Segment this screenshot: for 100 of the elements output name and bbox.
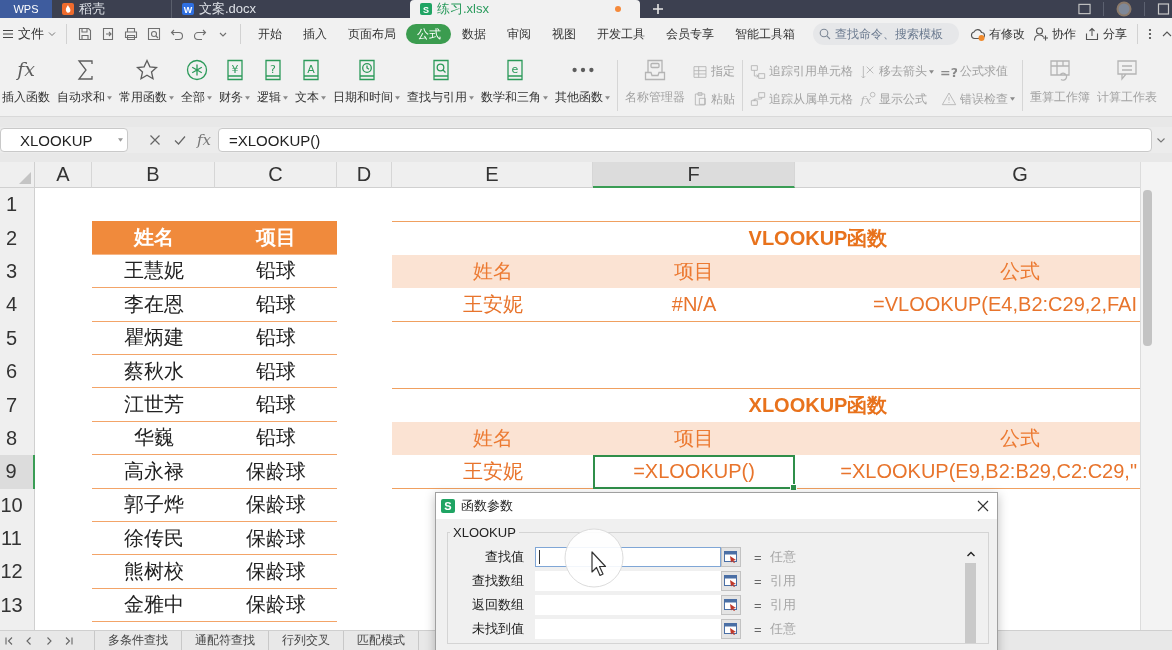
file-menu-button[interactable]: 文件	[0, 22, 60, 46]
argument-type: 引用	[769, 572, 796, 590]
more-icon	[570, 67, 595, 73]
ribbon-button[interactable]: 查找与引用	[405, 58, 476, 106]
menu-tab[interactable]: 会员专享	[655, 24, 724, 44]
avatar-icon[interactable]	[1116, 1, 1132, 17]
warning-icon	[941, 91, 957, 108]
first-sheet-icon[interactable]	[4, 635, 14, 646]
column-header[interactable]: E	[392, 162, 593, 188]
dropdown-caret-icon	[245, 95, 250, 100]
toolbar-button[interactable]: 协作	[1029, 25, 1080, 43]
menu-tab[interactable]: 开始	[247, 24, 292, 44]
table-cell: =XLOOKUP(E9,B2:B29,C2:C29,"	[795, 455, 1140, 489]
chevron-down-icon[interactable]	[1156, 135, 1166, 145]
toolbar-button[interactable]: 分享	[1080, 25, 1131, 43]
table-cell: 熊树校	[92, 555, 215, 589]
dropdown-caret-icon	[469, 95, 474, 100]
dropdown-caret-icon	[169, 95, 174, 100]
ribbon-button[interactable]: 全部	[179, 58, 214, 106]
check-icon[interactable]	[174, 134, 186, 146]
plus-icon[interactable]	[652, 3, 664, 15]
equals-text: =	[754, 597, 762, 613]
table-cell: 高永禄	[92, 455, 215, 489]
table-cell: 王安妮	[392, 288, 593, 322]
table-header-cell: 姓名	[92, 221, 215, 255]
asterisk-circle-icon	[184, 58, 209, 82]
column-header[interactable]: B	[92, 162, 215, 188]
sheet-tab[interactable]: 行列交叉	[269, 631, 344, 650]
sheet-tab[interactable]: 通配符查找	[182, 631, 269, 650]
sheet-tab[interactable]: 匹配模式	[344, 631, 419, 650]
range-select-button[interactable]	[721, 619, 741, 639]
rectangle-icon[interactable]	[1078, 3, 1091, 15]
menu-icon	[2, 28, 14, 40]
ribbon-button[interactable]: 常用函数	[117, 58, 176, 106]
column-header[interactable]: G	[795, 162, 1140, 188]
last-sheet-icon[interactable]	[64, 635, 74, 646]
chevron-right-icon[interactable]	[44, 635, 54, 646]
menu-tab[interactable]: 视图	[541, 24, 586, 44]
table-cell: 徐传民	[92, 521, 215, 556]
table-icon	[692, 63, 708, 80]
ribbon-button[interactable]: e 数学和三角	[479, 58, 550, 106]
column-header[interactable]: C	[215, 162, 337, 188]
table-cell: 郭子烨	[92, 488, 215, 522]
scrollbar-thumb[interactable]	[1143, 190, 1152, 346]
sheet-tab[interactable]: 多条件查找	[95, 631, 182, 650]
ribbon-button[interactable]: 自动求和	[55, 58, 114, 106]
cancel-icon[interactable]	[149, 134, 161, 146]
range-select-button[interactable]	[721, 547, 741, 567]
table-cell: 铅球	[215, 254, 337, 289]
column-header[interactable]: D	[337, 162, 392, 188]
sheet-logo-icon: S	[441, 499, 455, 513]
scrollbar-thumb[interactable]	[965, 563, 976, 643]
menu-tab[interactable]: 插入	[292, 24, 337, 44]
table-cell: 王慧妮	[92, 254, 215, 289]
toolbar-button[interactable]: 有修改	[966, 25, 1029, 43]
formula-field[interactable]: =XLOOKUP()	[218, 128, 1152, 152]
speech-bubble-icon	[1115, 58, 1139, 82]
table-cell: 保龄球	[215, 455, 337, 489]
range-select-icon	[724, 551, 738, 563]
dropdown-caret-icon	[207, 95, 212, 100]
chevron-up-icon[interactable]	[1162, 29, 1172, 39]
row-header[interactable]: 9	[0, 455, 35, 489]
magnifier-box-icon[interactable]	[145, 26, 162, 42]
dropdown-caret-icon	[929, 69, 934, 74]
vertical-scrollbar[interactable]	[1140, 162, 1172, 630]
ribbon-button[interactable]: 其他函数	[553, 58, 612, 106]
column-header[interactable]: A	[35, 162, 92, 188]
range-select-button[interactable]	[721, 571, 741, 591]
ribbon-button[interactable]: fx 插入函数	[0, 58, 52, 106]
close-icon[interactable]	[977, 500, 989, 512]
chevron-left-icon[interactable]	[24, 635, 34, 646]
dropdown-caret-icon	[1010, 97, 1015, 102]
chevron-down-icon	[48, 30, 56, 38]
ribbon-button[interactable]: 日期和时间	[331, 58, 402, 106]
ribbon-button[interactable]: ? 逻辑	[255, 58, 290, 106]
insert-function-button[interactable]: fx	[197, 131, 211, 149]
ribbon-button[interactable]: A 文本	[293, 58, 328, 106]
menu-tab[interactable]: 开发工具	[586, 24, 655, 44]
menu-tab[interactable]: 审阅	[496, 24, 541, 44]
table-cell: 江世芳	[92, 388, 215, 422]
tray-icon	[643, 58, 667, 82]
name-box[interactable]: XLOOKUP	[0, 128, 128, 152]
arrow-with-x-icon	[860, 63, 876, 80]
writer-logo-icon: W	[182, 3, 194, 15]
menu-tab[interactable]: 数据	[451, 24, 496, 44]
argument-type: 引用	[769, 596, 796, 614]
column-header[interactable]: F	[593, 162, 795, 188]
menu-tab[interactable]: 页面布局	[337, 24, 406, 44]
chevron-up-icon[interactable]	[965, 550, 976, 558]
function-icon: fx	[14, 58, 38, 82]
range-select-button[interactable]	[721, 595, 741, 615]
printer-icon[interactable]	[122, 26, 139, 42]
dialog-title: 函数参数	[461, 497, 513, 515]
table-cell: 铅球	[215, 288, 337, 322]
document-tab[interactable]: WPS	[0, 0, 52, 18]
menu-tab[interactable]: 智能工具箱	[724, 24, 805, 44]
square-icon[interactable]	[1157, 3, 1170, 15]
search-field[interactable]: 查找命令、搜索模板	[813, 23, 959, 45]
function-name: XLOOKUP	[452, 525, 517, 540]
ribbon-button[interactable]: ¥ 财务	[217, 58, 252, 106]
